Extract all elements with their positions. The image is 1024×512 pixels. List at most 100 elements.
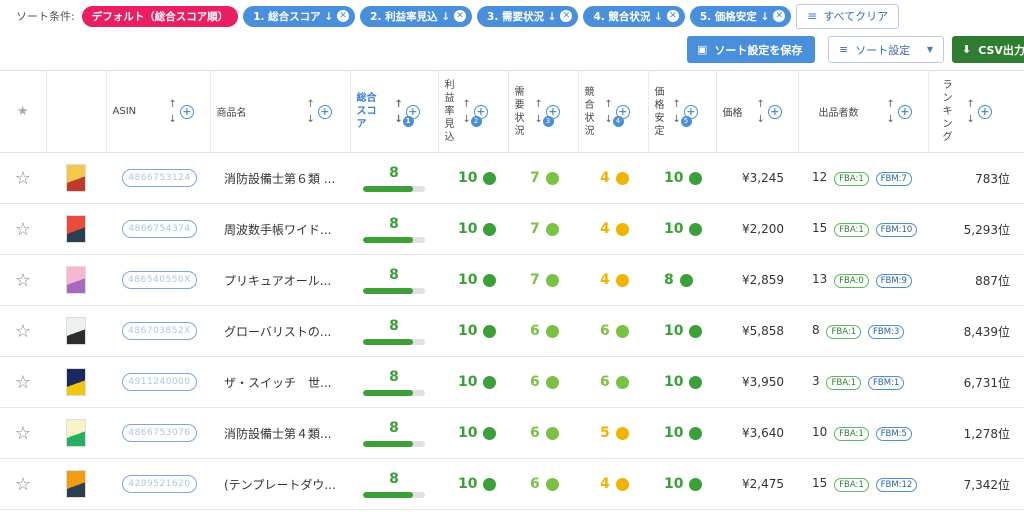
save-sort-settings-button[interactable]: ▣ ソート設定を保存 <box>687 36 815 63</box>
sort-chip-price-stability[interactable]: 5. 価格安定 ↓ ✕ <box>689 5 792 27</box>
total-score-cell: 8 <box>350 407 438 459</box>
competition-status-dot <box>615 324 629 338</box>
asin-link[interactable]: 4911240000 <box>122 373 197 391</box>
product-name[interactable]: (テンプレートダウ... <box>210 458 350 510</box>
asin-link[interactable]: 486703852X <box>122 322 197 340</box>
csv-export-button[interactable]: ⬇ CSV出力 <box>952 36 1024 63</box>
remove-chip-icon[interactable]: ✕ <box>666 10 679 22</box>
add-sort-icon[interactable]: + <box>179 104 194 119</box>
seller-count: 10 <box>812 425 828 439</box>
profit-status-dot <box>483 222 497 236</box>
asin-link[interactable]: 486540550X <box>122 271 197 289</box>
ranking-column-header[interactable]: ランキング ↑ ↓ + <box>928 70 1024 153</box>
favorite-star-icon[interactable]: ☆ <box>15 168 31 189</box>
favorite-star-icon[interactable]: ☆ <box>15 321 31 342</box>
sort-priority-badge: 4 <box>612 116 624 127</box>
sort-settings-dropdown[interactable]: ≡ ソート設定 ▼ <box>828 36 944 63</box>
sort-arrows-icon[interactable]: ↑ ↓ <box>967 97 975 127</box>
default-sort-chip[interactable]: デフォルト（総合スコア順） <box>81 5 239 27</box>
demand-status-dot <box>545 273 559 287</box>
table-row[interactable]: ☆ 4866753076 消防設備士第４類... 8 10 6 5 10 ¥3,… <box>0 407 1024 459</box>
remove-chip-icon[interactable]: ✕ <box>454 10 467 22</box>
demand-column-header[interactable]: 需要状況 ↑ ↓ + 3 <box>508 70 579 153</box>
fba-badge: FBA:1 <box>826 376 862 390</box>
product-thumbnail[interactable] <box>66 164 86 192</box>
product-name[interactable]: ザ・スイッチ 世... <box>210 356 350 408</box>
profit-column-header[interactable]: 利益率見込 ↑ ↓ + 2 <box>438 70 509 153</box>
product-name[interactable]: グローバリストの... <box>210 305 350 357</box>
product-thumbnail[interactable] <box>66 419 86 447</box>
price-stability-column-header[interactable]: 価格安定 ↑ ↓ + 5 <box>648 70 717 153</box>
product-thumbnail[interactable] <box>66 215 86 243</box>
add-sort-icon[interactable]: + <box>897 104 912 119</box>
table-row[interactable]: ☆ 4299521620 (テンプレートダウ... 8 10 6 4 10 ¥2… <box>0 458 1024 510</box>
total-score-bar <box>363 236 425 243</box>
asin-link[interactable]: 4299521620 <box>122 475 197 493</box>
table-header-row: ★ ASIN ↑ ↓ + 商品名 ↑ ↓ + 総合スコア ↑ ↓ + 1 利益率見込 ↑ ↓ +… <box>0 70 1024 153</box>
fba-badge: FBA:1 <box>834 478 869 492</box>
asin-link[interactable]: 4866754374 <box>122 220 197 238</box>
product-name[interactable]: 周波数手帳ワイド... <box>210 203 350 255</box>
competition-status-dot <box>615 273 629 287</box>
sort-arrows-icon[interactable]: ↑ ↓ <box>395 97 403 127</box>
add-sort-icon[interactable]: + <box>317 104 332 119</box>
sort-arrows-icon[interactable]: ↑ ↓ <box>887 97 895 127</box>
total-score-value: 8 <box>389 317 399 334</box>
total-score-cell: 8 <box>350 254 438 306</box>
sort-chip-demand[interactable]: 3. 需要状況 ↓ ✕ <box>477 5 579 27</box>
ranking-value: 5,293位 <box>928 203 1024 255</box>
sort-chip-profit[interactable]: 2. 利益率見込 ↓ ✕ <box>360 5 473 27</box>
product-name[interactable]: 消防設備士第４類... <box>210 407 350 459</box>
price-value: ¥5,858 <box>716 305 798 357</box>
remove-chip-icon[interactable]: ✕ <box>773 10 786 22</box>
sort-arrows-icon[interactable]: ↑ ↓ <box>307 97 315 127</box>
stability-status-dot <box>689 324 703 338</box>
asin-link[interactable]: 4866753124 <box>122 169 197 187</box>
favorite-star-icon[interactable]: ☆ <box>15 219 31 240</box>
favorite-star-icon[interactable]: ☆ <box>15 270 31 291</box>
demand-status-dot <box>545 171 559 185</box>
product-thumbnail[interactable] <box>66 266 86 294</box>
demand-metric: 7 <box>530 221 559 237</box>
clear-all-button[interactable]: ≡ すべてクリア <box>796 3 900 29</box>
competition-column-header[interactable]: 競合状況 ↑ ↓ + 4 <box>578 70 649 153</box>
total-score-cell: 8 <box>350 356 438 408</box>
product-name[interactable]: プリキュアオール... <box>210 254 350 306</box>
sort-arrows-icon[interactable]: ↑ ↓ <box>605 97 613 127</box>
favorite-star-icon[interactable]: ☆ <box>15 372 31 393</box>
sort-arrows-icon[interactable]: ↑ ↓ <box>757 97 765 127</box>
sellers-cell: 3 FBA:1 FBM:1 <box>798 356 928 408</box>
remove-chip-icon[interactable]: ✕ <box>560 10 573 22</box>
sort-chip-total-score[interactable]: 1. 総合スコア ↓ ✕ <box>243 5 356 27</box>
table-row[interactable]: ☆ 486540550X プリキュアオール... 8 10 7 4 8 ¥2,8… <box>0 254 1024 306</box>
product-thumbnail[interactable] <box>66 470 86 498</box>
competition-metric: 6 <box>600 374 629 390</box>
sellers-cell: 15 FBA:1 FBM:10 <box>798 203 928 255</box>
add-sort-icon[interactable]: + <box>977 104 992 119</box>
favorite-star-icon[interactable]: ☆ <box>15 423 31 444</box>
favorite-star-icon[interactable]: ☆ <box>15 474 31 495</box>
fbm-badge: FBM:10 <box>875 223 918 237</box>
asin-link[interactable]: 4866753076 <box>122 424 197 442</box>
competition-metric: 4 <box>600 272 629 288</box>
sort-chip-competition[interactable]: 4. 競合状況 ↓ ✕ <box>583 5 685 27</box>
sort-arrows-icon[interactable]: ↑ ↓ <box>673 97 681 127</box>
table-row[interactable]: ☆ 4866753124 消防設備士第６類 ... 8 10 7 4 10 ¥3… <box>0 152 1024 204</box>
table-row[interactable]: ☆ 4911240000 ザ・スイッチ 世... 8 10 6 6 10 ¥3,… <box>0 356 1024 408</box>
add-sort-icon[interactable]: + <box>767 104 782 119</box>
remove-chip-icon[interactable]: ✕ <box>337 10 350 22</box>
competition-metric: 4 <box>600 476 629 492</box>
product-name[interactable]: 消防設備士第６類 ... <box>210 152 350 204</box>
total-score-column-header[interactable]: 総合スコア ↑ ↓ + 1 <box>350 70 439 153</box>
sellers-column-header[interactable]: 出品者数 ↑ ↓ + <box>798 70 929 153</box>
product-thumbnail[interactable] <box>66 317 86 345</box>
demand-status-dot <box>545 375 559 389</box>
price-column-header[interactable]: 価格 ↑ ↓ + <box>716 70 799 153</box>
sort-arrows-icon[interactable]: ↑ ↓ <box>169 97 177 127</box>
product-thumbnail[interactable] <box>66 368 86 396</box>
table-row[interactable]: ☆ 4866754374 周波数手帳ワイド... 8 10 7 4 10 ¥2,… <box>0 203 1024 255</box>
competition-metric: 4 <box>600 170 629 186</box>
sort-arrows-icon[interactable]: ↑ ↓ <box>535 97 543 127</box>
table-row[interactable]: ☆ 486703852X グローバリストの... 8 10 6 6 10 ¥5,… <box>0 305 1024 357</box>
sort-arrows-icon[interactable]: ↑ ↓ <box>463 97 471 127</box>
